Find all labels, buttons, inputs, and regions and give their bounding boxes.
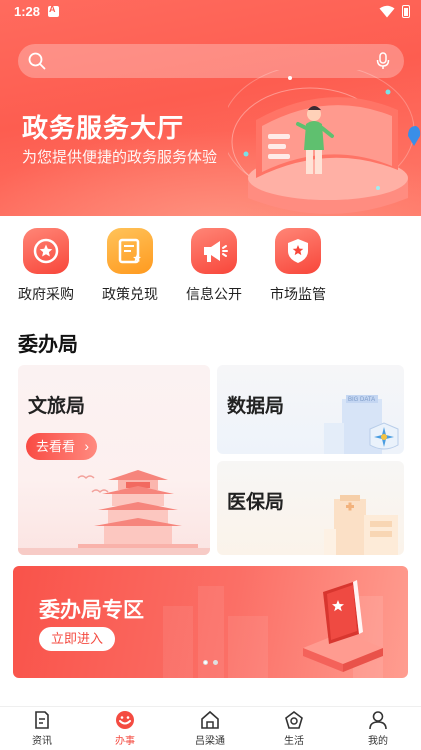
battery-icon <box>402 5 410 18</box>
chevron-right-icon: › <box>84 438 90 454</box>
service-icon <box>116 711 134 729</box>
tab-label: 办事 <box>115 736 135 747</box>
quick-link-label: 信息公开 <box>186 286 242 302</box>
tab-label: 我的 <box>368 736 388 747</box>
hero-title: 政务服务大厅 <box>22 113 185 143</box>
card-medical-insurance-bureau[interactable]: 医保局 <box>217 461 404 555</box>
quick-link-label: 市场监管 <box>270 286 326 302</box>
card-title: 文旅局 <box>28 396 86 417</box>
tab-service[interactable]: 办事 <box>95 709 155 747</box>
tab-label: 资讯 <box>32 736 52 747</box>
go-see-label: 去看看 <box>36 439 76 454</box>
enter-now-button[interactable]: 立即进入 <box>39 627 116 651</box>
megaphone-icon <box>191 228 237 274</box>
hospital-illustration <box>324 495 398 555</box>
tab-life[interactable]: 生活 <box>264 709 324 747</box>
pavilion-illustration <box>18 470 210 555</box>
hero-banner: 1:28 政务服务大厅 为您提供便捷的政务服务体验 <box>0 0 421 216</box>
wifi-icon <box>379 5 395 18</box>
police-shield-icon <box>275 228 321 274</box>
home-icon <box>201 710 219 729</box>
news-icon <box>35 711 49 729</box>
tab-news[interactable]: 资讯 <box>12 709 72 747</box>
microphone-icon[interactable] <box>376 52 390 70</box>
big-data-illustration: BIG DATA <box>324 395 399 454</box>
quick-link-government-procurement[interactable]: 政府采购 <box>11 228 81 304</box>
status-bar: 1:28 <box>0 0 421 24</box>
carousel-dot <box>213 660 218 665</box>
quick-link-label: 政府采购 <box>18 286 74 302</box>
document-star-icon <box>107 228 153 274</box>
quick-link-market-supervision[interactable]: 市场监管 <box>263 228 333 304</box>
card-culture-tourism[interactable]: 文旅局 去看看 › <box>18 365 210 555</box>
profile-icon <box>369 711 387 730</box>
tab-label: 吕梁通 <box>195 736 225 747</box>
banner-title: 委办局专区 <box>39 599 144 622</box>
notification-icon <box>48 4 59 17</box>
card-data-bureau[interactable]: 数据局 BIG DATA <box>217 365 404 454</box>
quick-link-information-disclosure[interactable]: 信息公开 <box>179 228 249 304</box>
life-icon <box>285 711 303 729</box>
card-title: 数据局 <box>227 396 285 417</box>
tab-profile[interactable]: 我的 <box>348 709 408 747</box>
hero-subtitle: 为您提供便捷的政务服务体验 <box>22 149 218 166</box>
bottom-tab-bar: 资讯 办事 吕梁通 生活 我的 <box>0 706 421 750</box>
card-title: 医保局 <box>227 492 285 513</box>
section-title: 委办局 <box>18 334 78 356</box>
quick-links: 政府采购 政策兑现 信息公开 市场监管 <box>0 216 421 308</box>
big-data-text: BIG DATA <box>348 397 375 403</box>
go-see-button[interactable]: 去看看 › <box>26 433 98 460</box>
service-hall-illustration <box>228 70 421 214</box>
status-time: 1:28 <box>14 4 41 19</box>
quick-link-policy-fulfillment[interactable]: 政策兑现 <box>95 228 165 304</box>
carousel-dot-active <box>203 660 208 665</box>
search-icon <box>28 52 46 70</box>
tab-label: 生活 <box>284 736 304 747</box>
tab-lvliangtong[interactable]: 吕梁通 <box>180 709 240 747</box>
carousel-dots <box>0 660 421 668</box>
quick-link-label: 政策兑现 <box>102 286 158 302</box>
star-badge-icon <box>23 228 69 274</box>
